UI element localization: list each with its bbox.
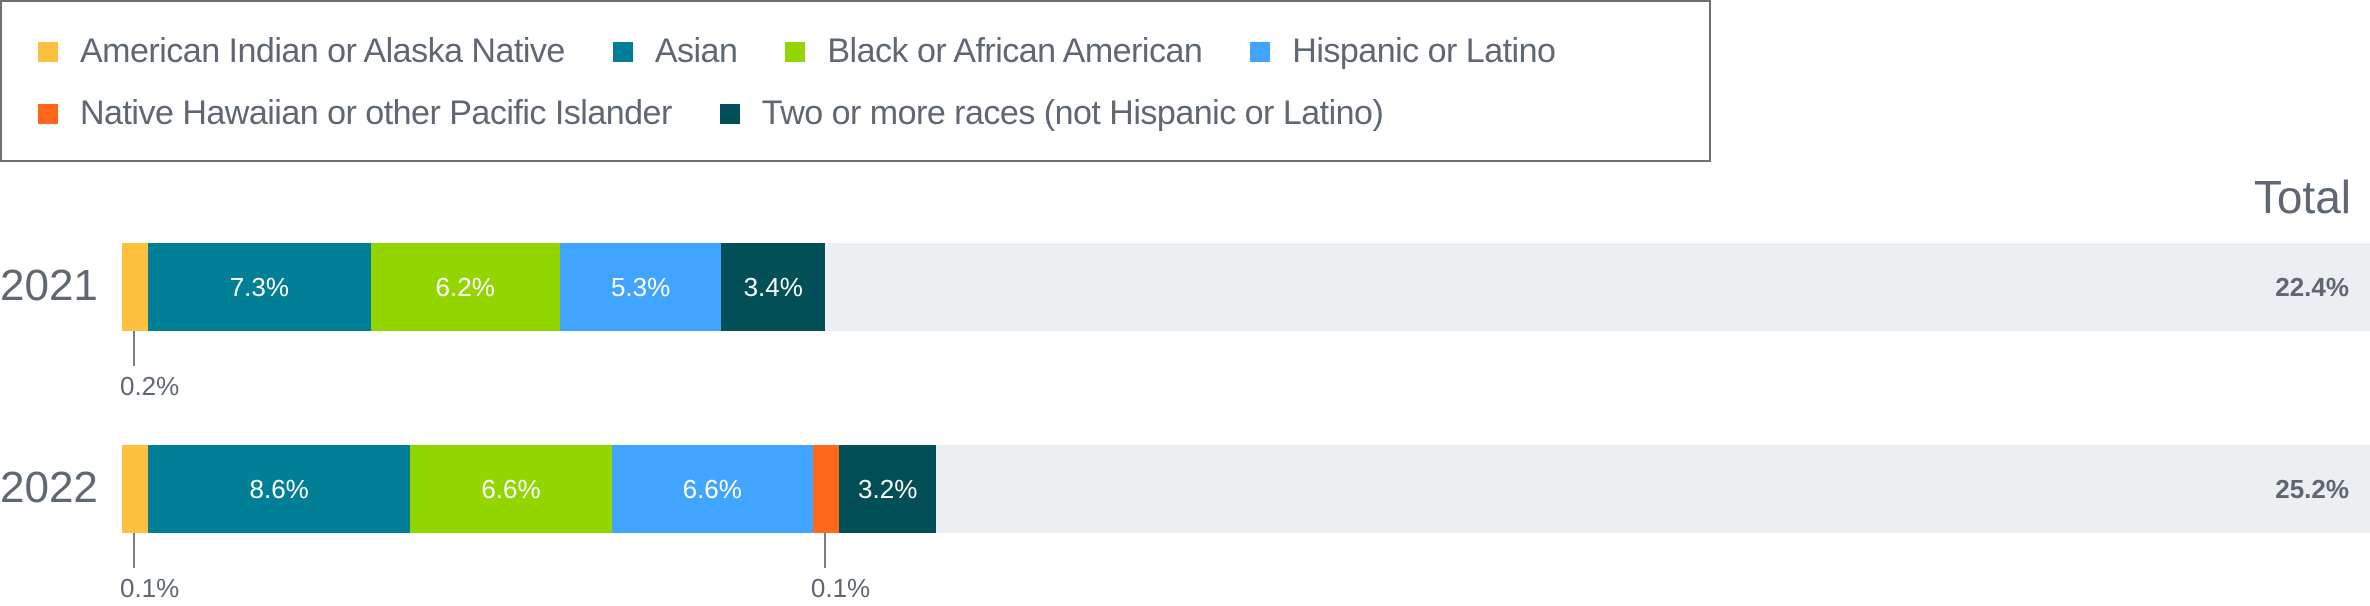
- callout-line-2022-american-indian-or-alaska-native: [133, 533, 135, 568]
- bar-row-2021: 2021 22.4% 0.2% 7.3% 6.2% 5.3% 3.4%: [0, 243, 2370, 401]
- legend-label-american-indian: American Indian or Alaska Native: [80, 32, 565, 70]
- bar-row-2022: 2022 25.2% 0.1% 8.6% 6.6% 6.6% 0.1% 3.2%: [0, 445, 2370, 603]
- legend-swatch-asian: [612, 41, 633, 62]
- data-label-2021-asian: 7.3%: [229, 271, 289, 302]
- legend-swatch-hispanic: [1250, 41, 1271, 62]
- total-column-header: Total: [2253, 171, 2351, 223]
- legend-item-native-hawaiian: Native Hawaiian or other Pacific Islande…: [38, 94, 672, 133]
- data-label-2022-hispanic-or-latino: 6.6%: [682, 473, 742, 504]
- legend-row-1: American Indian or Alaska Native Asian B…: [38, 32, 1603, 71]
- legend-label-hispanic: Hispanic or Latino: [1292, 32, 1556, 70]
- legend-item-hispanic: Hispanic or Latino: [1250, 32, 1556, 71]
- category-label-2021: 2021: [0, 261, 98, 310]
- legend-label-native-hawaiian: Native Hawaiian or other Pacific Islande…: [80, 94, 672, 132]
- legend-row-2: Native Hawaiian or other Pacific Islande…: [38, 94, 1431, 133]
- legend-label-two-or-more: Two or more races (not Hispanic or Latin…: [761, 94, 1384, 132]
- bar-segment-2022-asian: 8.6%: [148, 445, 411, 533]
- legend: American Indian or Alaska Native Asian B…: [0, 0, 1711, 162]
- total-value-2022: 25.2%: [2275, 473, 2349, 504]
- category-label-2022: 2022: [0, 463, 98, 512]
- bar-segment-2021-asian: 7.3%: [148, 243, 371, 331]
- legend-item-black: Black or African American: [785, 32, 1203, 71]
- callout-line-2021-american-indian-or-alaska-native: [133, 331, 135, 366]
- legend-item-two-or-more: Two or more races (not Hispanic or Latin…: [719, 94, 1384, 133]
- data-label-2022-black-or-african-american: 6.6%: [481, 473, 541, 504]
- callout-label-2022-native-hawaiian-or-other-pacific-islander: 0.1%: [810, 573, 871, 603]
- callout-label-2021-american-indian-or-alaska-native: 0.2%: [120, 371, 180, 401]
- data-label-2021-hispanic-or-latino: 5.3%: [610, 271, 671, 302]
- data-label-2021-black-or-african-american: 6.2%: [435, 271, 495, 302]
- bar-segment-2021-two-or-more-races-not-hispanic-or-latino: 3.4%: [721, 243, 826, 331]
- data-label-2022-two-or-more-races-not-hispanic-or-latino: 3.2%: [858, 473, 918, 504]
- legend-item-american-indian: American Indian or Alaska Native: [38, 32, 565, 71]
- bar-segment-2022-american-indian-or-alaska-native: [122, 445, 148, 533]
- legend-swatch-american-indian: [38, 41, 58, 62]
- bar-segment-2022-hispanic-or-latino: 6.6%: [611, 445, 813, 533]
- data-label-2022-asian: 8.6%: [249, 473, 309, 504]
- bar-segment-2021-american-indian-or-alaska-native: [122, 243, 148, 331]
- total-value-2021: 22.4%: [2275, 271, 2349, 302]
- legend-swatch-two-or-more: [719, 103, 740, 124]
- bar-segment-2021-hispanic-or-latino: 5.3%: [559, 243, 722, 331]
- legend-swatch-native-hawaiian: [38, 103, 58, 124]
- legend-label-black: Black or African American: [827, 32, 1203, 70]
- callout-line-2022-native-hawaiian-or-other-pacific-islander: [823, 533, 826, 568]
- bar-segment-2021-black-or-african-american: 6.2%: [370, 243, 560, 331]
- legend-label-asian: Asian: [654, 32, 738, 70]
- legend-item-asian: Asian: [612, 32, 738, 71]
- data-label-2021-two-or-more-races-not-hispanic-or-latino: 3.4%: [743, 271, 803, 302]
- callout-label-2022-american-indian-or-alaska-native: 0.1%: [120, 573, 180, 603]
- bar-segment-2022-native-hawaiian-or-other-pacific-islander: [812, 445, 839, 533]
- bar-segment-2022-two-or-more-races-not-hispanic-or-latino: 3.2%: [838, 445, 937, 533]
- legend-swatch-black: [785, 41, 806, 62]
- bar-segment-2022-black-or-african-american: 6.6%: [410, 445, 612, 533]
